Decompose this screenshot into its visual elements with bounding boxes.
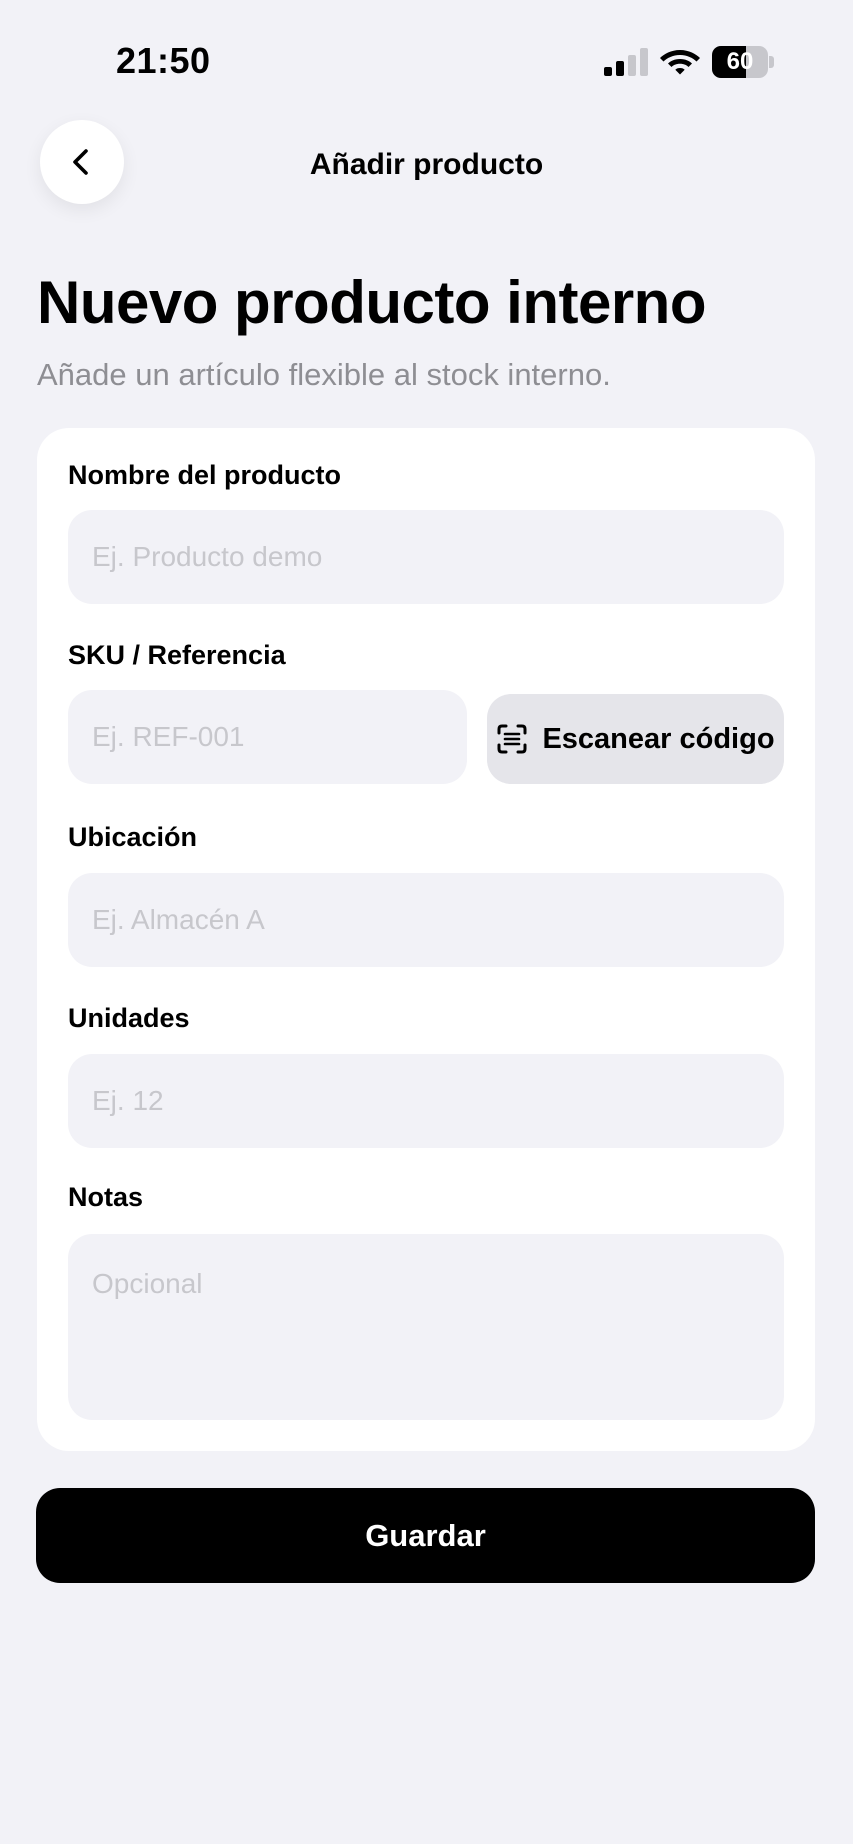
scan-code-button[interactable]: Escanear código [487, 694, 784, 784]
notes-placeholder: Opcional [92, 1268, 203, 1299]
barcode-scan-icon [497, 724, 527, 754]
battery-level: 60 [726, 48, 754, 75]
sku-placeholder: Ej. REF-001 [92, 721, 245, 752]
product-name-placeholder: Ej. Producto demo [92, 541, 323, 572]
status-bar: 21:50 60 [0, 0, 853, 110]
units-label: Unidades [68, 1003, 190, 1033]
location-placeholder: Ej. Almacén A [92, 904, 265, 935]
location-label: Ubicación [68, 822, 198, 852]
nav-title: Añadir producto [309, 148, 544, 181]
sku-input[interactable]: Ej. REF-001 [68, 690, 467, 784]
location-input[interactable]: Ej. Almacén A [68, 873, 784, 967]
page-subtitle: Añade un artículo flexible al stock inte… [37, 357, 611, 392]
status-time: 21:50 [116, 40, 211, 81]
scan-code-label: Escanear código [542, 722, 775, 755]
product-name-label: Nombre del producto [68, 460, 342, 490]
notes-label: Notas [68, 1182, 144, 1212]
battery-icon: 60 [712, 46, 774, 78]
sku-label: SKU / Referencia [68, 640, 286, 670]
units-input[interactable]: Ej. 12 [68, 1054, 784, 1148]
cellular-signal-icon [604, 48, 648, 76]
units-placeholder: Ej. 12 [92, 1085, 164, 1116]
product-form-card: Nombre del producto Ej. Producto demo SK… [37, 428, 815, 1451]
notes-textarea[interactable]: Opcional [68, 1234, 784, 1420]
page-title: Nuevo producto interno [37, 269, 706, 336]
product-name-input[interactable]: Ej. Producto demo [68, 510, 784, 604]
wifi-icon [660, 50, 700, 75]
save-button[interactable]: Guardar [36, 1488, 815, 1583]
